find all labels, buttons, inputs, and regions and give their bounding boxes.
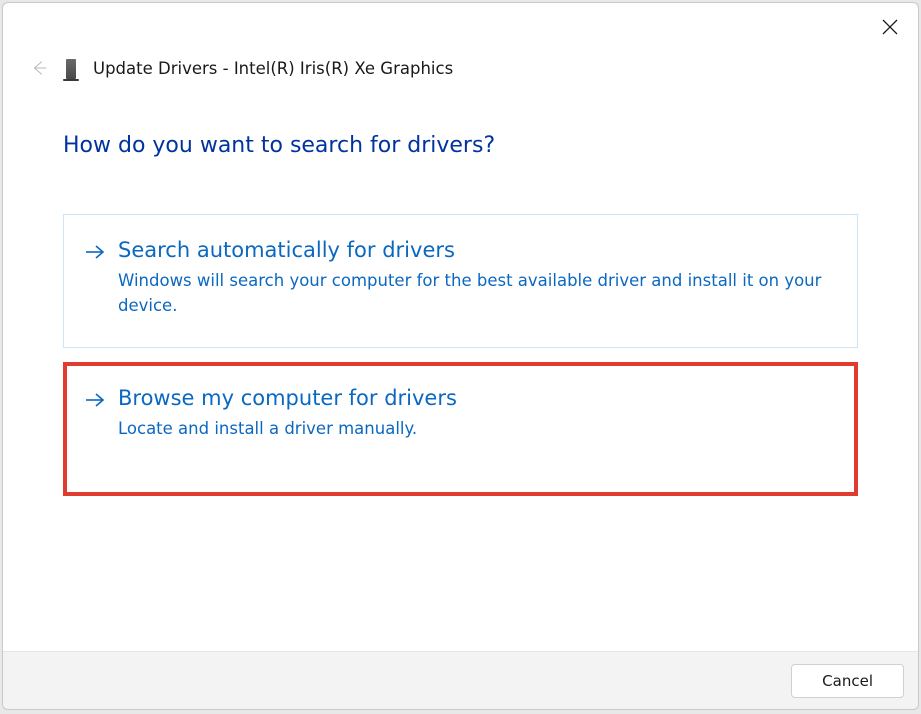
back-arrow-icon: [30, 59, 48, 77]
wizard-footer: Cancel: [3, 651, 918, 709]
close-icon: [882, 19, 898, 35]
option-title: Search automatically for drivers: [118, 237, 833, 263]
window-title: Update Drivers - Intel(R) Iris(R) Xe Gra…: [93, 59, 453, 78]
option-description: Locate and install a driver manually.: [118, 417, 834, 442]
close-button[interactable]: [876, 13, 904, 41]
wizard-content: How do you want to search for drivers? S…: [3, 79, 918, 651]
option-title: Browse my computer for drivers: [118, 385, 834, 411]
arrow-right-icon: [84, 387, 106, 413]
page-heading: How do you want to search for drivers?: [63, 133, 858, 158]
option-search-automatically[interactable]: Search automatically for drivers Windows…: [63, 214, 858, 348]
wizard-header: Update Drivers - Intel(R) Iris(R) Xe Gra…: [3, 3, 918, 79]
back-button[interactable]: [29, 58, 49, 78]
arrow-right-icon: [84, 239, 106, 265]
cancel-button[interactable]: Cancel: [791, 664, 904, 698]
option-description: Windows will search your computer for th…: [118, 269, 833, 319]
device-icon: [63, 57, 79, 79]
option-browse-manually[interactable]: Browse my computer for drivers Locate an…: [63, 362, 858, 496]
update-drivers-wizard: Update Drivers - Intel(R) Iris(R) Xe Gra…: [2, 2, 919, 710]
